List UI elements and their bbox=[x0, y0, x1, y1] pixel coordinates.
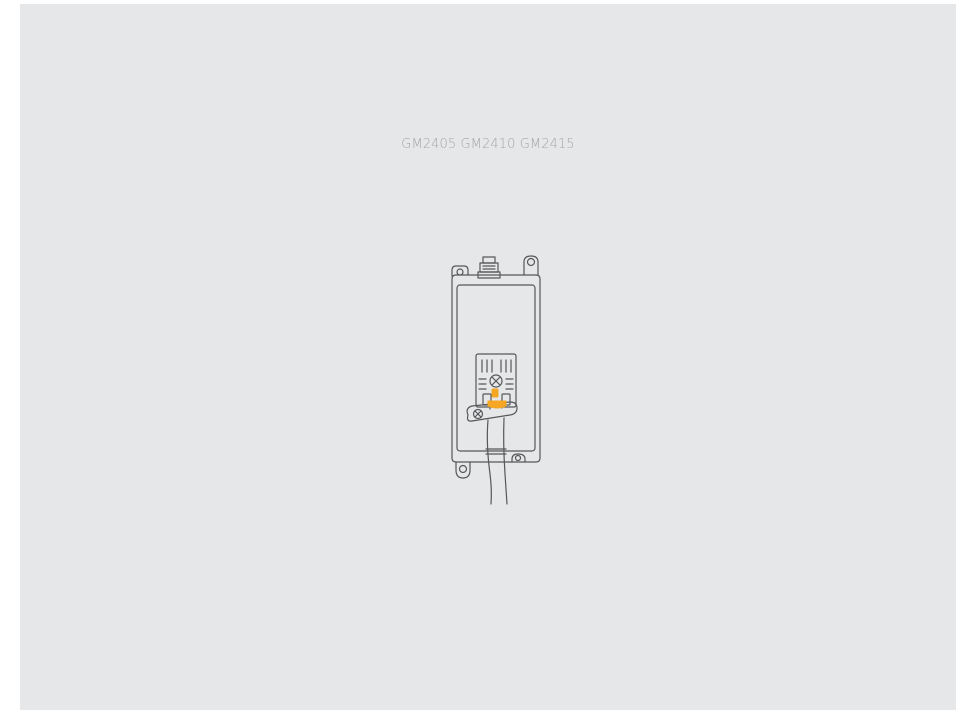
enclosure-body bbox=[451, 274, 541, 463]
terminal-block bbox=[475, 353, 517, 408]
cable bbox=[485, 417, 508, 505]
mounting-ear-top-right bbox=[523, 255, 539, 276]
mounting-ear-bottom-right bbox=[511, 453, 526, 463]
device-enclosure-illustration bbox=[451, 255, 541, 505]
diagram-panel: GM2405 GM2410 GM2415 bbox=[20, 4, 956, 710]
mounting-ear-bottom-left bbox=[455, 461, 471, 479]
model-numbers-label: GM2405 GM2410 GM2415 bbox=[401, 137, 575, 152]
